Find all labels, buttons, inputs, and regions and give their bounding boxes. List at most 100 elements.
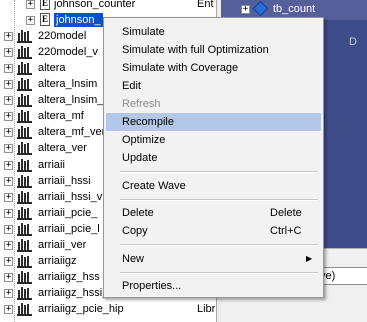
expand-icon[interactable]: + [26,0,35,9]
menu-item-label: Simulate with Coverage [122,62,239,74]
submenu-arrow-icon: ▶ [306,253,313,263]
wave-tab[interactable]: ve) [317,267,367,285]
tree-item-label: altera_ver [38,142,87,155]
tree-item-label: arriaii_hssi [38,174,91,187]
library-icon [17,206,32,220]
menu-item-label: Properties... [122,280,182,292]
tree-item-label: arriaii [38,158,65,171]
library-icon [17,94,32,108]
menu-item-optimize[interactable]: Optimize [106,131,321,149]
library-icon [17,46,32,60]
expand-icon[interactable]: + [4,272,13,282]
tree-item-label: 220model_v [38,46,98,59]
menu-item-new[interactable]: New ▶ [106,250,321,268]
library-icon [17,254,32,268]
library-icon [17,302,32,316]
menu-item-shortcut: Delete [270,207,302,219]
expand-icon[interactable]: + [4,160,13,170]
expand-icon[interactable]: + [4,96,13,106]
expand-icon[interactable]: + [4,288,13,298]
menu-item-delete[interactable]: Delete Delete [106,204,321,222]
menu-item-label: Copy [122,225,148,237]
library-icon [17,110,32,124]
tree-item-label: arriaii_pcie_ [38,206,98,219]
expand-icon[interactable]: + [4,48,13,58]
tree-item-label: arriaii_pcie_l [38,222,100,235]
context-menu[interactable]: Simulate Simulate with full Optimization S… [103,17,324,298]
menu-item-copy[interactable]: Copy Ctrl+C [106,222,321,240]
menu-separator [120,198,318,201]
expand-icon[interactable]: + [4,176,13,186]
tree-row[interactable]: + Ejohnson_counter Ent [0,0,216,12]
design-unit-icon [252,0,269,17]
menu-separator [120,271,318,274]
tree-item-type: Ent [197,0,214,10]
library-icon [17,174,32,188]
menu-item-simulate-with-coverage[interactable]: Simulate with Coverage [106,59,321,77]
tree-item-label: arriaiigz_pcie_hip [38,302,124,315]
menu-item-label: Simulate with full Optimization [122,44,269,56]
library-icon [17,142,32,156]
tree-item-label: altera_mf [38,110,84,123]
library-icon [17,190,32,204]
tree-item-label: 220model [38,30,87,43]
expand-icon[interactable]: + [4,256,13,266]
expand-icon[interactable]: + [4,32,13,42]
menu-item-label: Refresh [122,98,161,110]
expand-icon[interactable]: + [4,128,13,138]
expand-icon[interactable]: + [4,240,13,250]
menu-item-edit[interactable]: Edit [106,77,321,95]
menu-separator [120,244,318,246]
menu-item-label: Update [122,152,158,164]
menu-item-label: Recompile [122,116,174,128]
menu-item-shortcut: Ctrl+C [270,225,302,237]
library-icon [17,222,32,236]
tree-item-label: arriaiigz_hss [38,270,100,283]
menu-item-label: Optimize [122,134,166,146]
expand-icon[interactable]: + [4,80,13,90]
sim-object-label: tb_count [273,3,316,15]
menu-item-simulate-with-full-optimization[interactable]: Simulate with full Optimization [106,41,321,59]
library-icon [17,30,32,44]
menu-separator [120,171,318,173]
tree-item-label: johnson_counter [54,0,136,10]
tree-row[interactable]: + arriaiigz_pcie_hip Libr [0,301,216,317]
menu-item-label: Simulate [122,26,165,38]
library-icon [17,126,32,140]
tree-item-label: arriaiigz [38,254,77,267]
expand-icon[interactable]: + [4,208,13,218]
library-icon [17,62,32,76]
tree-item-label: altera [38,62,66,75]
expand-icon[interactable]: + [4,304,13,314]
tree-item-label: johnson_ [54,13,103,28]
library-icon [17,286,32,300]
tree-item-label: altera_mf_ver [38,126,106,139]
expand-icon[interactable]: + [241,5,250,14]
menu-item-label: Edit [122,80,141,92]
tree-item-label: altera_lnsim_ [38,94,104,107]
entity-icon: E [40,13,50,27]
library-icon [17,158,32,172]
menu-item-label: Delete [122,207,154,219]
menu-item-label: New [122,252,145,265]
library-icon [17,78,32,92]
menu-item-refresh: Refresh [106,95,321,113]
expand-icon[interactable]: + [26,16,35,26]
tree-item-label: arriaii_ver [38,238,87,251]
library-icon [17,270,32,284]
menu-item-recompile[interactable]: Recompile [106,113,321,131]
menu-item-simulate[interactable]: Simulate [106,23,321,41]
tree-item-label: arriaii_hssi_v [38,190,103,203]
menu-item-update[interactable]: Update [106,149,321,167]
library-icon [17,238,32,252]
expand-icon[interactable]: + [4,112,13,122]
expand-icon[interactable]: + [4,224,13,234]
tree-item-type: Libr [197,302,216,315]
expand-icon[interactable]: + [4,64,13,74]
entity-icon: E [40,0,50,10]
menu-item-create-wave[interactable]: Create Wave [106,177,321,195]
expand-icon[interactable]: + [4,144,13,154]
expand-icon[interactable]: + [4,192,13,202]
menu-item-properties[interactable]: Properties... [106,277,321,295]
menu-item-label: Create Wave [122,179,186,192]
